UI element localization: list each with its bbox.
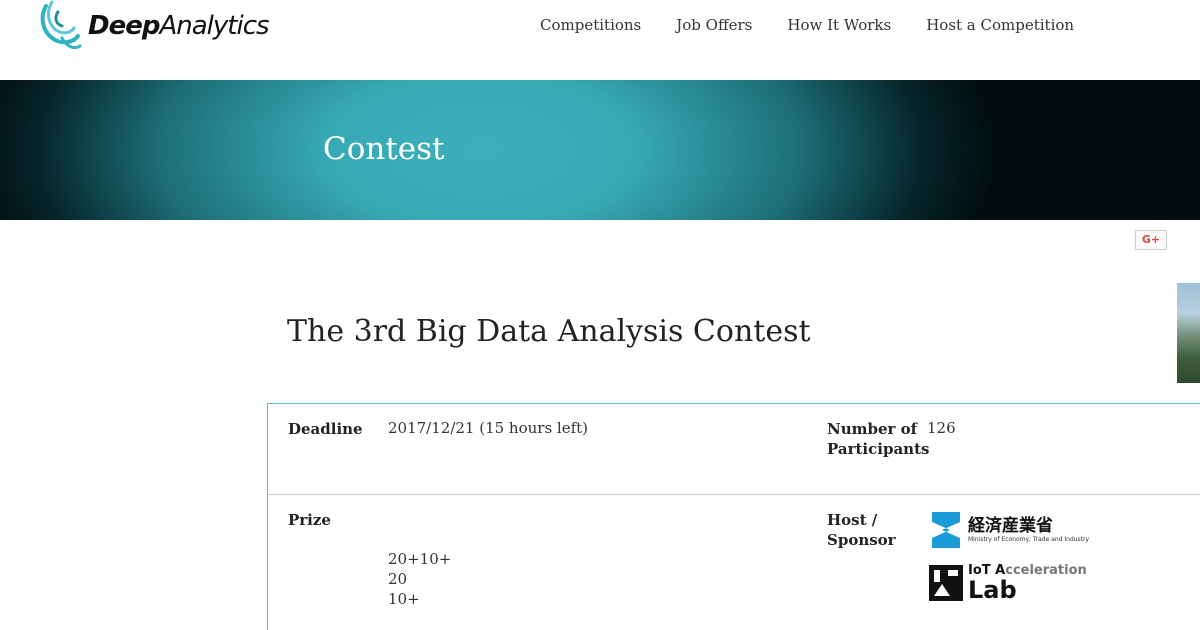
iot-acceleration-lab-logo[interactable]: IoT Acceleration Lab <box>928 564 1087 602</box>
side-thumbnail-image[interactable] <box>1177 283 1200 383</box>
swirl-logo-icon <box>40 0 82 50</box>
meti-emblem-icon <box>932 512 960 548</box>
prize-second: 20 <box>388 570 408 588</box>
deadline-label: Deadline <box>288 420 363 438</box>
nav-host-a-competition[interactable]: Host a Competition <box>926 14 1074 36</box>
google-plus-share-button[interactable]: G+ <box>1135 230 1167 250</box>
participants-label: Number of Participants <box>827 420 930 458</box>
iot-lab-accel: cceleration <box>1005 563 1087 578</box>
deepanalytics-logo[interactable]: DeepAnalytics <box>38 0 270 52</box>
main-nav: Competitions Job Offers How It Works Hos… <box>540 14 1109 36</box>
logo-wordmark: DeepAnalytics <box>88 11 270 41</box>
prize-third: 10+ <box>388 590 420 608</box>
iot-lab-wordmark: IoT Acceleration Lab <box>968 563 1087 604</box>
contest-title: The 3rd Big Data Analysis Contest <box>287 314 811 349</box>
participants-value: 126 <box>927 419 956 437</box>
meti-sponsor-logo[interactable]: 経済産業省 Ministry of Economy, Trade and Ind… <box>928 510 1089 550</box>
site-header: DeepAnalytics Competitions Job Offers Ho… <box>0 0 1200 80</box>
nav-how-it-works[interactable]: How It Works <box>787 14 891 36</box>
page: DeepAnalytics Competitions Job Offers Ho… <box>0 0 1200 630</box>
logo-text-light: Analytics <box>159 11 269 41</box>
contest-info-table: Deadline 2017/12/21 (15 hours left) Numb… <box>267 403 1200 630</box>
meti-name-en: Ministry of Economy, Trade and Industry <box>968 536 1090 543</box>
banner-title: Contest <box>323 131 445 167</box>
nav-competitions[interactable]: Competitions <box>540 14 641 36</box>
host-sponsor-label: Host / Sponsor <box>827 511 896 549</box>
nav-job-offers[interactable]: Job Offers <box>676 14 752 36</box>
prize-list: 20+10+ 20 10+ <box>388 549 451 609</box>
prize-first: 20+10+ <box>388 550 452 568</box>
prize-label: Prize <box>288 511 331 529</box>
hero-banner: Contest <box>0 80 1200 220</box>
logo-text-bold: Deep <box>88 11 160 41</box>
iot-lab-emblem-icon <box>929 565 963 601</box>
meti-name-jp: 経済産業省 <box>968 516 1053 536</box>
iot-lab-lab: Lab <box>968 576 1017 604</box>
deadline-value: 2017/12/21 (15 hours left) <box>388 419 589 437</box>
meti-wordmark: 経済産業省 Ministry of Economy, Trade and Ind… <box>968 516 1089 544</box>
row-divider <box>268 494 1200 495</box>
